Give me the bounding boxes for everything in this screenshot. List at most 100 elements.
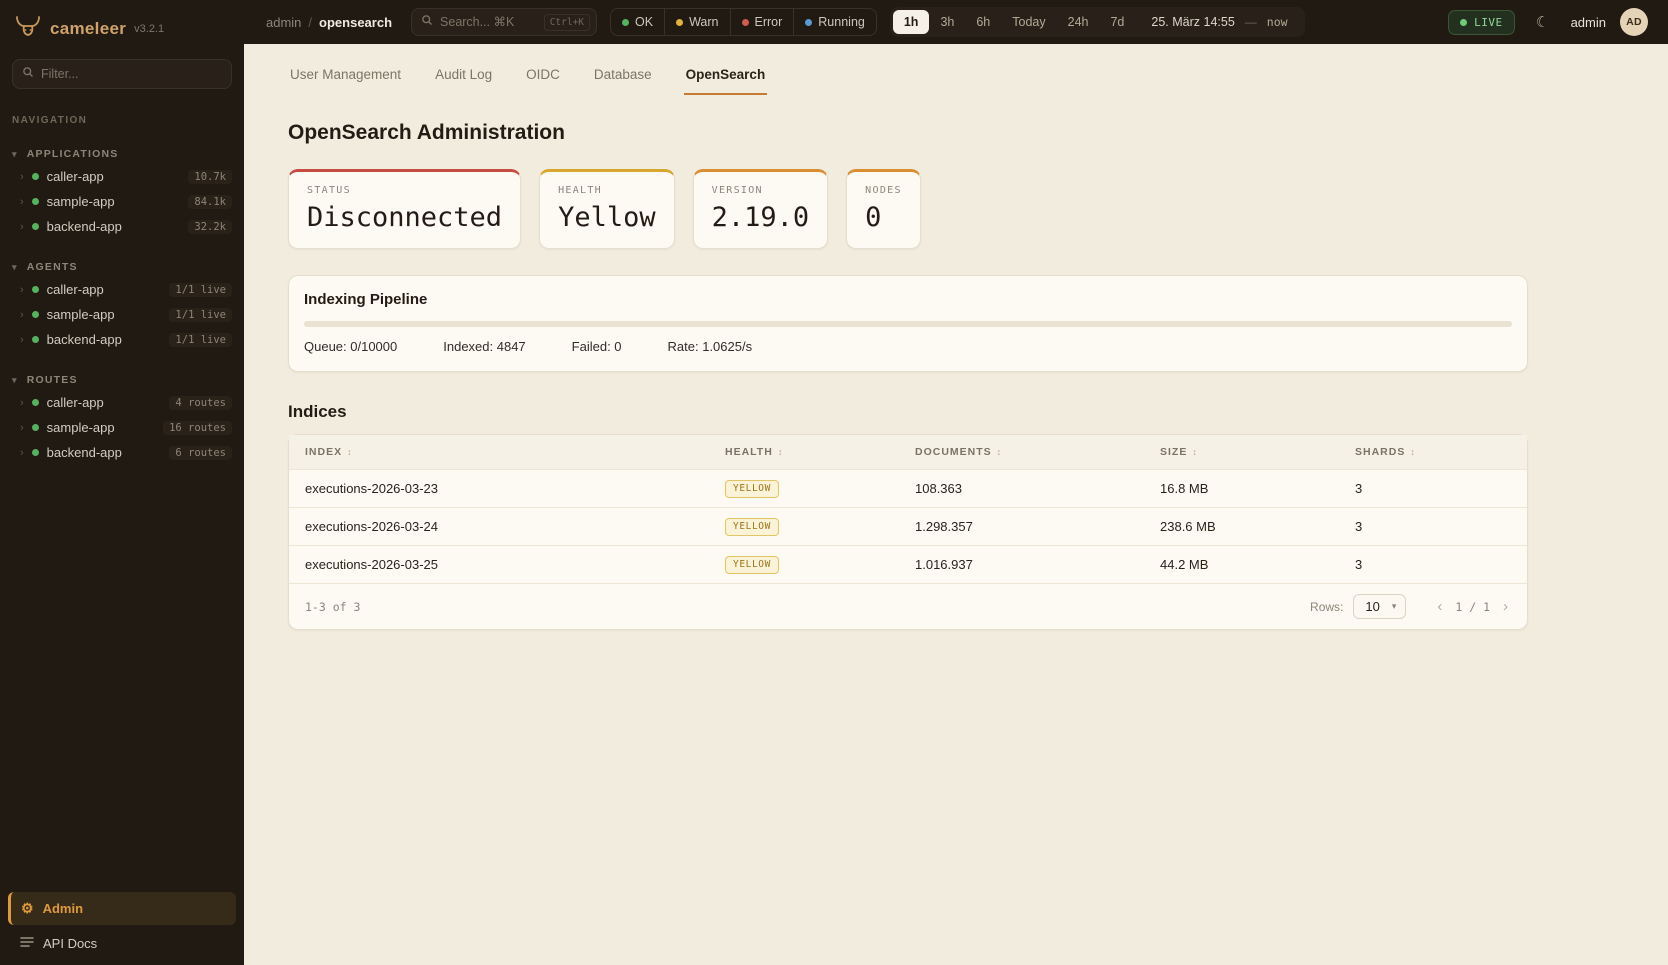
cell-documents: 1.016.937 bbox=[915, 557, 1160, 572]
count-badge: 10.7k bbox=[188, 170, 232, 184]
time-range-1h[interactable]: 1h bbox=[893, 10, 930, 34]
breadcrumb-separator: / bbox=[308, 15, 312, 30]
health-badge: YELLOW bbox=[725, 556, 779, 574]
breadcrumb-opensearch: opensearch bbox=[319, 15, 392, 30]
sort-icon: ↕ bbox=[997, 447, 1003, 457]
status-filter-warn[interactable]: Warn bbox=[664, 9, 729, 35]
pagination: ‹ 1 / 1 › bbox=[1432, 596, 1513, 617]
status-dot-icon bbox=[32, 336, 39, 343]
count-badge: 4 routes bbox=[169, 396, 232, 410]
version-card: VERSION 2.19.0 bbox=[693, 169, 829, 249]
filter-input[interactable] bbox=[41, 67, 222, 81]
sidebar-item-api-docs[interactable]: API Docs bbox=[8, 925, 236, 955]
sidebar-item-applications-sample-app[interactable]: › sample-app 84.1k bbox=[0, 189, 244, 214]
cell-health: YELLOW bbox=[725, 555, 915, 574]
sidebar-group-agents: ▾ AGENTS › caller-app 1/1 live › sample-… bbox=[0, 257, 244, 352]
column-header-size[interactable]: SIZE ↕ bbox=[1160, 446, 1355, 458]
time-range-7d[interactable]: 7d bbox=[1099, 10, 1135, 34]
chevron-right-icon: › bbox=[20, 309, 24, 321]
stat-value: Yellow bbox=[558, 202, 656, 233]
pipeline-stat-failed: Failed: 0 bbox=[572, 339, 622, 354]
breadcrumb-admin[interactable]: admin bbox=[266, 15, 301, 30]
sidebar-item-routes-sample-app[interactable]: › sample-app 16 routes bbox=[0, 415, 244, 440]
status-dot-icon bbox=[32, 286, 39, 293]
chevron-right-icon: › bbox=[20, 422, 24, 434]
time-range-24h[interactable]: 24h bbox=[1057, 10, 1100, 34]
status-dot-icon bbox=[32, 311, 39, 318]
page-indicator: 1 / 1 bbox=[1455, 600, 1490, 614]
admin-label: Admin bbox=[43, 901, 83, 916]
tab-user-management[interactable]: User Management bbox=[288, 58, 403, 95]
list-icon bbox=[20, 936, 34, 951]
count-badge: 32.2k bbox=[188, 220, 232, 234]
sidebar-item-agents-sample-app[interactable]: › sample-app 1/1 live bbox=[0, 302, 244, 327]
column-header-health[interactable]: HEALTH ↕ bbox=[725, 446, 915, 458]
rows-per-page-value: 10 bbox=[1365, 599, 1379, 614]
next-page-button[interactable]: › bbox=[1498, 596, 1513, 617]
group-header-agents[interactable]: ▾ AGENTS bbox=[0, 257, 244, 277]
group-header-applications[interactable]: ▾ APPLICATIONS bbox=[0, 144, 244, 164]
running-dot-icon bbox=[805, 19, 812, 26]
status-filter-label: Error bbox=[755, 15, 783, 29]
tab-audit-log[interactable]: Audit Log bbox=[433, 58, 494, 95]
date-separator: — bbox=[1245, 15, 1257, 29]
column-header-index[interactable]: INDEX ↕ bbox=[305, 446, 725, 458]
status-filter-ok[interactable]: OK bbox=[611, 9, 664, 35]
search-input[interactable] bbox=[440, 15, 537, 29]
sidebar-item-agents-caller-app[interactable]: › caller-app 1/1 live bbox=[0, 277, 244, 302]
date-text: 25. März 14:55 bbox=[1151, 15, 1234, 29]
indices-title: Indices bbox=[288, 402, 1528, 422]
group-header-routes[interactable]: ▾ ROUTES bbox=[0, 370, 244, 390]
rows-per-page-select[interactable]: 10 ▾ bbox=[1353, 594, 1406, 619]
pipeline-stat-queue: Queue: 0/10000 bbox=[304, 339, 397, 354]
tab-opensearch[interactable]: OpenSearch bbox=[684, 58, 768, 95]
table-footer: 1-3 of 3 Rows: 10 ▾ ‹ 1 / 1 › bbox=[289, 583, 1527, 629]
sidebar-item-routes-backend-app[interactable]: › backend-app 6 routes bbox=[0, 440, 244, 465]
sidebar-item-routes-caller-app[interactable]: › caller-app 4 routes bbox=[0, 390, 244, 415]
sidebar-item-admin[interactable]: ⚙ Admin bbox=[8, 892, 236, 925]
sidebar-item-applications-caller-app[interactable]: › caller-app 10.7k bbox=[0, 164, 244, 189]
status-filter-label: Running bbox=[818, 15, 865, 29]
error-dot-icon bbox=[742, 19, 749, 26]
prev-page-button[interactable]: ‹ bbox=[1432, 596, 1447, 617]
sidebar-footer: ⚙ Admin API Docs bbox=[0, 884, 244, 965]
tab-oidc[interactable]: OIDC bbox=[524, 58, 562, 95]
count-badge: 1/1 live bbox=[169, 283, 232, 297]
stat-value: 2.19.0 bbox=[712, 202, 810, 233]
status-filter-label: OK bbox=[635, 15, 653, 29]
tab-database[interactable]: Database bbox=[592, 58, 654, 95]
count-badge: 6 routes bbox=[169, 446, 232, 460]
cell-shards: 3 bbox=[1355, 557, 1511, 572]
dark-mode-toggle[interactable]: ☾ bbox=[1529, 8, 1557, 36]
indices-table: INDEX ↕ HEALTH ↕ DOCUMENTS ↕ SIZE bbox=[288, 434, 1528, 630]
date-range-display[interactable]: 25. März 14:55 — now bbox=[1151, 15, 1287, 29]
sidebar: cameleer v3.2.1 NAVIGATION ▾ APPLICATION… bbox=[0, 0, 244, 965]
status-dot-icon bbox=[32, 449, 39, 456]
gear-icon: ⚙ bbox=[21, 900, 34, 917]
stat-label: NODES bbox=[865, 185, 902, 196]
sidebar-item-applications-backend-app[interactable]: › backend-app 32.2k bbox=[0, 214, 244, 239]
time-range-3h[interactable]: 3h bbox=[929, 10, 965, 34]
stat-cards: STATUS Disconnected HEALTH Yellow VERSIO… bbox=[288, 169, 1528, 249]
time-range-6h[interactable]: 6h bbox=[965, 10, 1001, 34]
cell-size: 238.6 MB bbox=[1160, 519, 1355, 534]
health-badge: YELLOW bbox=[725, 518, 779, 536]
sidebar-item-agents-backend-app[interactable]: › backend-app 1/1 live bbox=[0, 327, 244, 352]
status-filter-error[interactable]: Error bbox=[730, 9, 794, 35]
live-toggle[interactable]: LIVE bbox=[1448, 10, 1515, 35]
sidebar-group-applications: ▾ APPLICATIONS › caller-app 10.7k › samp… bbox=[0, 144, 244, 239]
cameleer-logo-icon bbox=[14, 14, 42, 43]
avatar[interactable]: AD bbox=[1620, 8, 1648, 36]
caret-down-icon: ▾ bbox=[12, 375, 18, 386]
column-header-documents[interactable]: DOCUMENTS ↕ bbox=[915, 446, 1160, 458]
time-range-today[interactable]: Today bbox=[1001, 10, 1056, 34]
column-header-shards[interactable]: SHARDS ↕ bbox=[1355, 446, 1511, 458]
cell-index: executions-2026-03-23 bbox=[305, 481, 725, 496]
pipeline-progress-bar bbox=[304, 321, 1512, 327]
status-dot-icon bbox=[32, 424, 39, 431]
status-filter-running[interactable]: Running bbox=[793, 9, 876, 35]
count-badge: 16 routes bbox=[163, 421, 232, 435]
caret-down-icon: ▾ bbox=[12, 262, 18, 273]
app-logo[interactable]: cameleer v3.2.1 bbox=[0, 0, 244, 59]
warn-dot-icon bbox=[676, 19, 683, 26]
